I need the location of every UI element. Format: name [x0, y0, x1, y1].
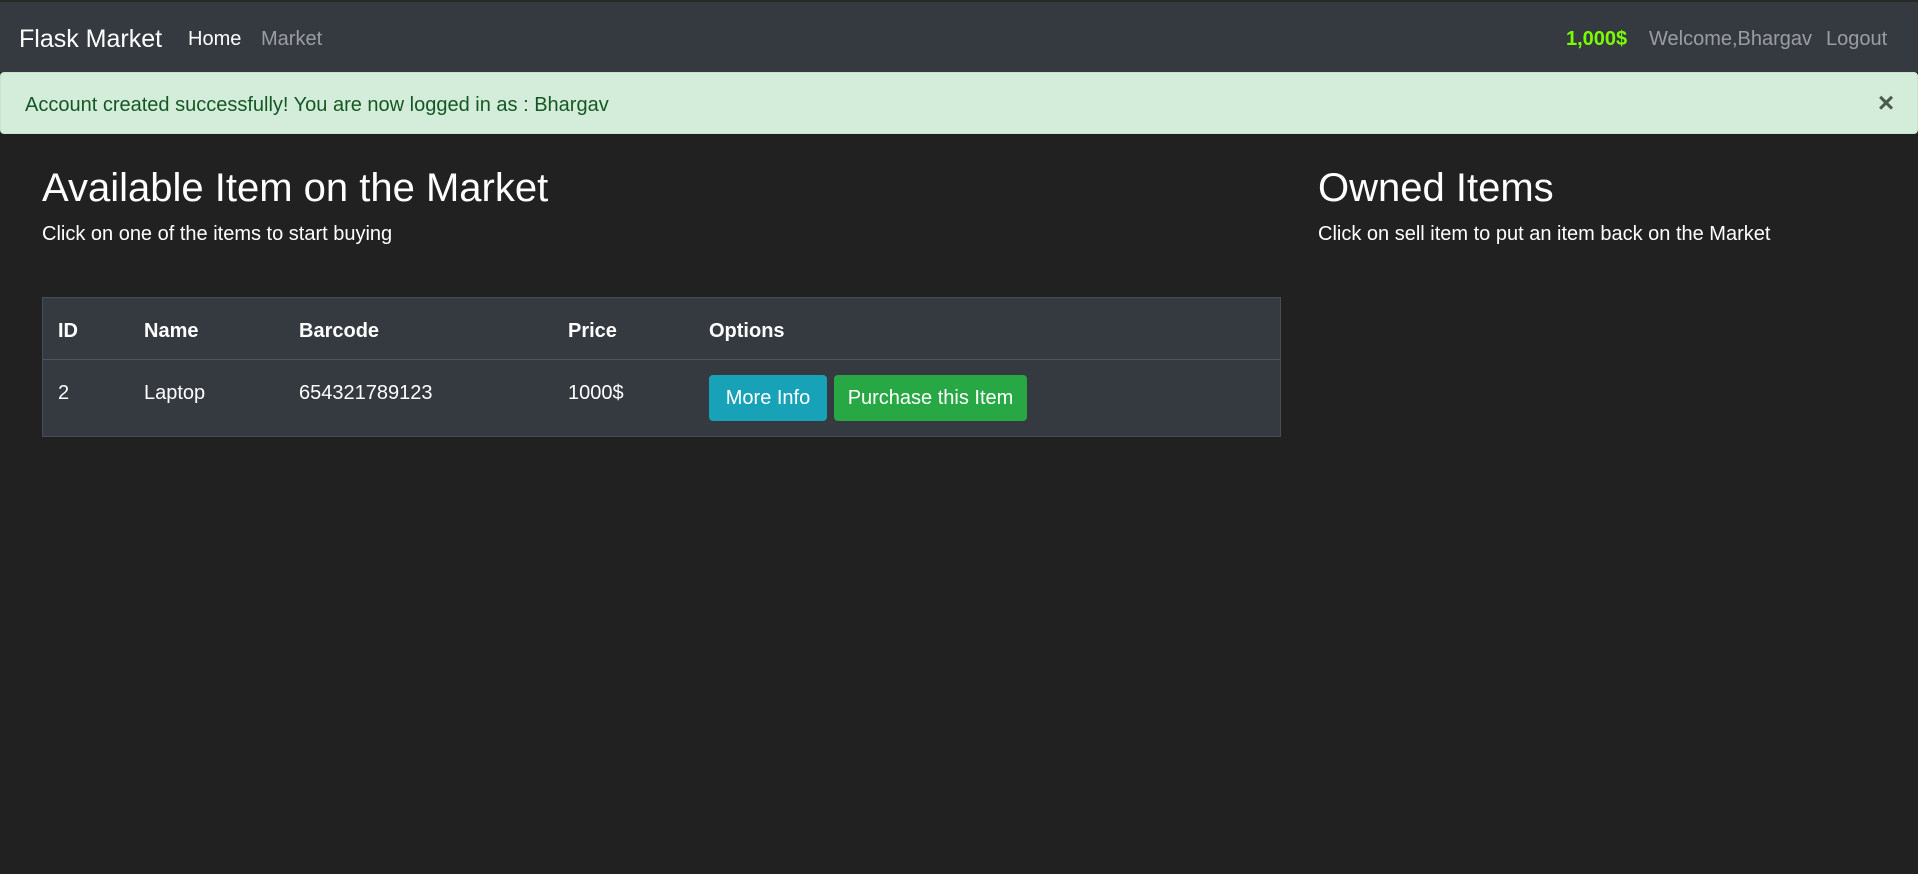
success-alert: Account created successfully! You are no…	[0, 72, 1918, 134]
budget-display: 1,000$	[1566, 28, 1628, 50]
table-header-row: ID Name Barcode Price Options	[43, 298, 1280, 360]
market-title: Available Item on the Market	[42, 166, 549, 210]
item-barcode: 654321789123	[299, 382, 433, 404]
column-header-id: ID	[58, 320, 78, 342]
alert-message: Account created successfully! You are no…	[25, 94, 609, 116]
owned-items-title: Owned Items	[1318, 166, 1554, 210]
item-name: Laptop	[144, 382, 206, 404]
column-header-barcode: Barcode	[299, 320, 380, 342]
market-subtitle: Click on one of the items to start buyin…	[42, 223, 393, 245]
brand-link[interactable]: Flask Market	[19, 24, 162, 54]
owned-items-subtitle: Click on sell item to put an item back o…	[1318, 223, 1771, 245]
welcome-user-link[interactable]: Welcome,Bhargav	[1649, 27, 1812, 51]
more-info-button[interactable]: More Info	[709, 375, 827, 421]
logout-link[interactable]: Logout	[1826, 27, 1887, 51]
column-header-name: Name	[144, 320, 199, 342]
close-icon[interactable]: ×	[1871, 87, 1901, 119]
purchase-item-button[interactable]: Purchase this Item	[834, 375, 1027, 421]
navbar: Flask Market Home Market 1,000$ Welcome,…	[0, 0, 1918, 72]
column-header-price: Price	[568, 320, 617, 342]
item-price: 1000$	[568, 382, 624, 404]
item-id: 2	[58, 382, 70, 404]
market-table: ID Name Barcode Price Options 2 Laptop 6…	[42, 297, 1281, 437]
column-header-options: Options	[709, 320, 785, 342]
nav-link-home[interactable]: Home	[188, 27, 241, 51]
nav-link-market[interactable]: Market	[261, 27, 322, 51]
